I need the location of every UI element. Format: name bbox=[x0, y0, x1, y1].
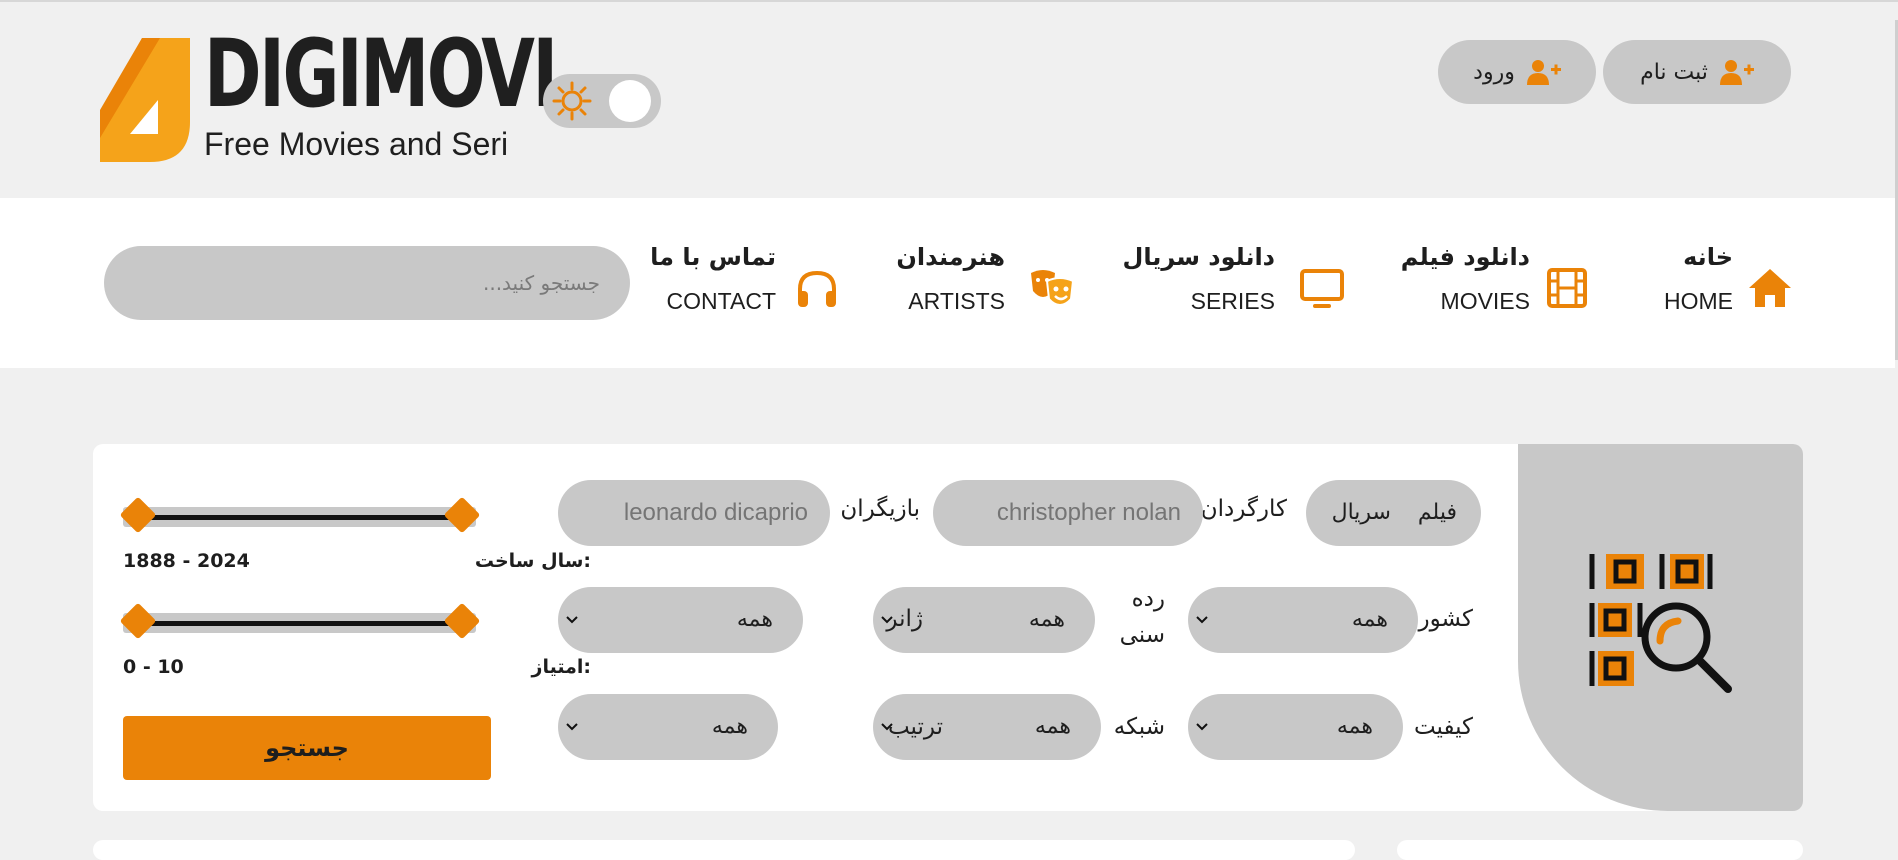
country-select[interactable]: همه bbox=[1188, 587, 1418, 653]
genre-select[interactable]: همه bbox=[558, 587, 803, 653]
nav-label-fa: دانلود فیلم bbox=[1400, 243, 1530, 271]
sort-select[interactable]: همه bbox=[558, 694, 778, 760]
type-option-series[interactable]: سریال bbox=[1332, 480, 1391, 546]
chevron-down-icon bbox=[1196, 616, 1208, 624]
quality-value: همه bbox=[1336, 714, 1373, 739]
user-plus-icon bbox=[1526, 60, 1561, 85]
search-grid-icon bbox=[1589, 554, 1732, 693]
score-range-slider[interactable] bbox=[119, 602, 481, 640]
login-label: ورود bbox=[1473, 59, 1515, 85]
sort-value: همه bbox=[711, 714, 748, 739]
nav-item-artists[interactable]: هنرمندان ARTISTS bbox=[896, 243, 1075, 343]
sort-label: ترتیب bbox=[887, 714, 943, 740]
tv-icon bbox=[1300, 269, 1344, 308]
logo-wordmark: DIGIMOVI bbox=[204, 20, 558, 129]
nav-label-en: CONTACT bbox=[666, 288, 776, 314]
nav-item-series[interactable]: دانلود سریال SERIES bbox=[1123, 243, 1345, 343]
nav-item-movies[interactable]: دانلود فیلم MOVIES bbox=[1400, 243, 1590, 343]
year-range-value: 1888 - 2024 bbox=[123, 550, 250, 572]
age-rating-value: همه bbox=[1028, 607, 1065, 632]
advanced-search-panel: فیلم سریال کارگردان بازیگران کشور همه رد… bbox=[93, 444, 1803, 811]
register-button[interactable]: ثبت نام bbox=[1603, 40, 1791, 104]
age-label-line1: رده bbox=[1131, 586, 1165, 612]
director-input[interactable] bbox=[933, 480, 1203, 546]
nav-label-fa: خانه bbox=[1683, 243, 1733, 271]
content-card bbox=[93, 840, 1355, 860]
slider-fill bbox=[133, 621, 466, 626]
headphones-icon bbox=[798, 270, 836, 307]
toggle-knob[interactable] bbox=[609, 80, 651, 122]
film-icon bbox=[1547, 268, 1587, 308]
genre-value: همه bbox=[736, 607, 773, 632]
nav-item-home[interactable]: خانه HOME bbox=[1658, 243, 1793, 343]
year-range-slider[interactable] bbox=[119, 496, 481, 534]
logo-mark-icon bbox=[100, 38, 190, 162]
age-label-line2: سنی bbox=[1119, 622, 1165, 648]
year-label: سال ساخت: bbox=[474, 550, 591, 572]
country-label: کشور bbox=[1418, 606, 1473, 632]
type-option-movie[interactable]: فیلم bbox=[1418, 480, 1457, 546]
actors-input[interactable] bbox=[558, 480, 830, 546]
slider-thumb-max[interactable] bbox=[443, 602, 481, 640]
register-label: ثبت نام bbox=[1640, 59, 1708, 85]
nav-label-en: SERIES bbox=[1190, 288, 1275, 314]
home-icon bbox=[1749, 269, 1791, 307]
network-value: همه bbox=[1034, 714, 1071, 739]
site-search-input[interactable] bbox=[104, 246, 630, 320]
nav-item-contact[interactable]: تماس با ما CONTACT bbox=[650, 243, 840, 343]
main-navbar: خانه HOME دانلود فیلم MOVIES دانلود سریا… bbox=[0, 198, 1895, 368]
slider-thumb-max[interactable] bbox=[443, 496, 481, 534]
chevron-down-icon bbox=[1196, 723, 1208, 731]
country-value: همه bbox=[1351, 607, 1388, 632]
score-range-value: 0 - 10 bbox=[123, 656, 184, 678]
slider-thumb-min[interactable] bbox=[119, 602, 157, 640]
filter-search-button[interactable]: جستجو bbox=[123, 716, 491, 780]
user-plus-icon bbox=[1719, 60, 1754, 85]
network-label: شبکه bbox=[1113, 714, 1165, 740]
login-button[interactable]: ورود bbox=[1438, 40, 1596, 104]
top-border bbox=[0, 0, 1898, 2]
quality-select[interactable]: همه bbox=[1188, 694, 1403, 760]
nav-label-en: ARTISTS bbox=[908, 288, 1005, 314]
quality-label: کیفیت bbox=[1413, 714, 1473, 740]
nav-label-fa: هنرمندان bbox=[896, 243, 1005, 271]
type-toggle: فیلم سریال bbox=[1306, 480, 1481, 546]
chevron-down-icon bbox=[566, 616, 578, 624]
panel-illustration bbox=[1518, 444, 1803, 811]
sun-icon bbox=[552, 81, 592, 121]
logo-tagline: Free Movies and Seri bbox=[204, 126, 509, 162]
chevron-down-icon bbox=[566, 723, 578, 731]
actors-label: بازیگران bbox=[840, 496, 920, 522]
nav-label-fa: تماس با ما bbox=[650, 243, 776, 271]
nav-label-en: HOME bbox=[1664, 288, 1733, 314]
director-label: کارگردان bbox=[1200, 496, 1287, 522]
theater-masks-icon bbox=[1031, 270, 1075, 306]
slider-fill bbox=[133, 515, 466, 520]
slider-thumb-min[interactable] bbox=[119, 496, 157, 534]
nav-label-fa: دانلود سریال bbox=[1122, 243, 1275, 271]
theme-toggle[interactable] bbox=[543, 74, 661, 128]
nav-label-en: MOVIES bbox=[1440, 288, 1530, 314]
genre-label: ژانر bbox=[886, 606, 923, 632]
score-label: امتیاز: bbox=[531, 656, 591, 678]
content-card bbox=[1397, 840, 1803, 860]
